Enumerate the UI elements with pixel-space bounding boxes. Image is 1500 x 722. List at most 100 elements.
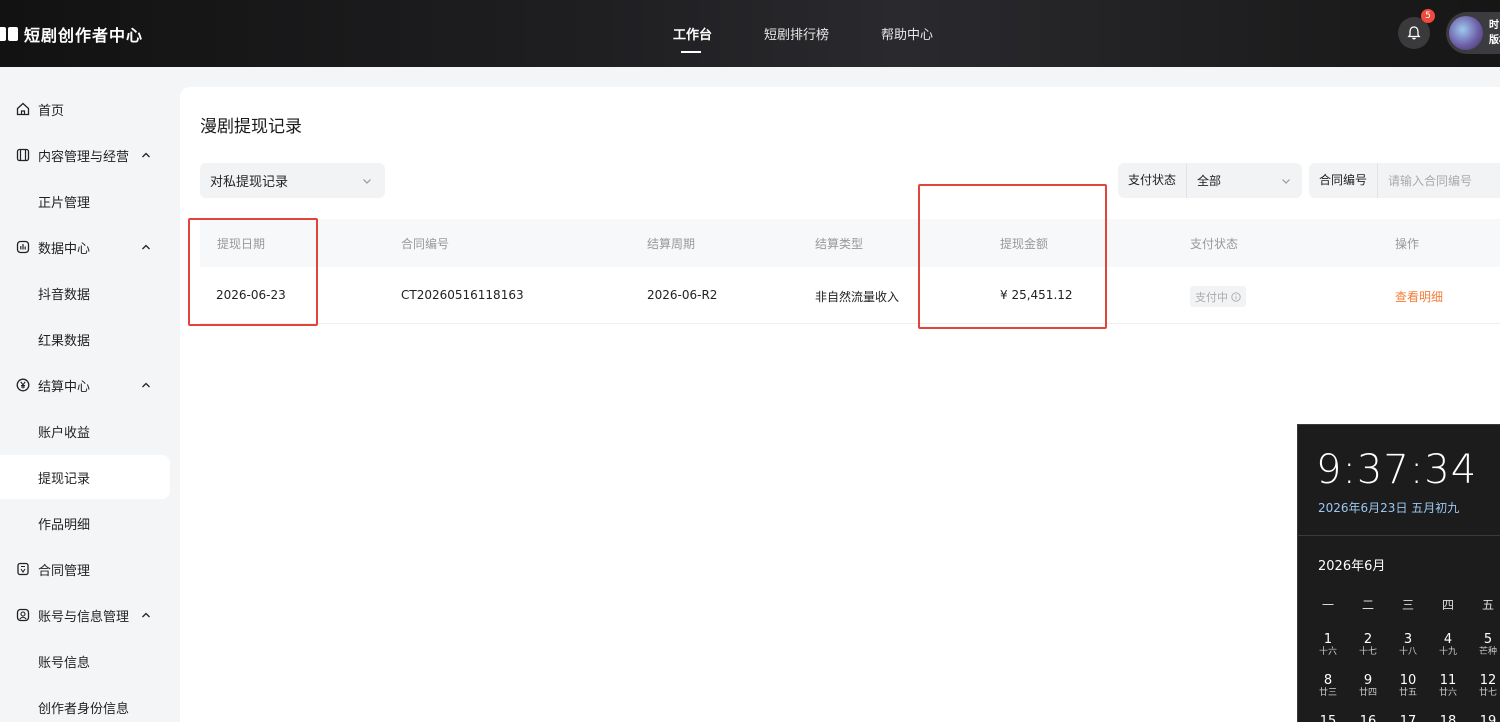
sidebar-item-hongguo-data[interactable]: 红果数据: [0, 317, 170, 361]
clock-date[interactable]: 2026年6月23日 五月初九: [1318, 499, 1459, 516]
calendar-day[interactable]: 5 芒种: [1468, 632, 1500, 673]
column-header-period: 结算周期: [647, 237, 696, 251]
calendar-day[interactable]: 2 十七: [1348, 632, 1388, 673]
sidebar-item-work-details[interactable]: 作品明细: [0, 501, 170, 545]
sidebar-item-label: 首页: [38, 103, 65, 119]
clock-time: 9:37:34: [1316, 447, 1478, 493]
calendar-month[interactable]: 2026年6月: [1318, 555, 1385, 574]
user-menu[interactable]: 时尚 版权: [1446, 12, 1500, 54]
day-number: 15: [1319, 714, 1337, 722]
main-nav: 工作台 短剧排行榜 帮助中心: [673, 24, 933, 53]
lunar-date: 十六: [1318, 647, 1337, 657]
calendar-day[interactable]: 15: [1308, 714, 1348, 722]
app-logo[interactable]: 短剧创作者中心: [0, 22, 143, 46]
calendar-week-row: 1 十六 2 十七 3 十八 4 十九 5 芒种: [1308, 632, 1500, 673]
sidebar-item-label: 创作者身份信息: [38, 701, 130, 717]
lunar-date: 十九: [1438, 647, 1457, 657]
record-type-select[interactable]: 对私提现记录: [200, 163, 385, 198]
chevron-up-icon: [142, 612, 150, 618]
sidebar-item-label: 结算中心: [38, 379, 91, 395]
sidebar-item-account-info-management[interactable]: 账号与信息管理: [0, 593, 170, 637]
sidebar-item-account-earnings[interactable]: 账户收益: [0, 409, 170, 453]
chevron-up-icon: [142, 382, 150, 388]
calendar-day[interactable]: 19: [1468, 714, 1500, 722]
lunar-date: 廿四: [1358, 688, 1377, 698]
user-role: 版权: [1489, 35, 1500, 46]
view-details-link[interactable]: 查看明细: [1395, 288, 1443, 305]
column-header-type: 结算类型: [815, 237, 864, 251]
chevron-up-icon: [142, 244, 150, 250]
chevron-down-icon: [363, 179, 371, 184]
info-icon[interactable]: [1231, 291, 1241, 302]
sidebar-item-content-management[interactable]: 内容管理与经营: [0, 133, 170, 177]
film-icon: [16, 148, 30, 162]
sidebar-item-label: 数据中心: [38, 241, 91, 257]
day-number: 3: [1403, 632, 1413, 647]
contract-number-input[interactable]: [1378, 173, 1499, 188]
payment-status-filter[interactable]: 支付状态 全部: [1118, 163, 1302, 198]
weekday-label: 四: [1441, 598, 1454, 612]
bell-icon: [1407, 26, 1421, 40]
column-header-contract: 合同编号: [401, 237, 450, 251]
day-number: 5: [1483, 632, 1493, 647]
nav-ranking[interactable]: 短剧排行榜: [764, 24, 829, 43]
user-icon: [16, 608, 30, 622]
lunar-date: 芒种: [1478, 647, 1497, 657]
day-number: 8: [1323, 673, 1333, 688]
sidebar-item-withdrawal-records[interactable]: 提现记录: [0, 455, 170, 499]
cell-contract: CT20260516118163: [401, 288, 524, 302]
table-row: 2026-06-23 CT20260516118163 2026-06-R2 非…: [200, 267, 1500, 324]
calendar-day[interactable]: 17: [1388, 714, 1428, 722]
sidebar-item-label: 合同管理: [38, 563, 91, 579]
status-badge-text: 支付中: [1195, 290, 1228, 304]
home-icon: [16, 102, 30, 116]
weekday-label: 三: [1401, 598, 1414, 612]
payment-status-label: 支付状态: [1118, 163, 1188, 198]
sidebar-item-account-info[interactable]: 账号信息: [0, 639, 170, 683]
contract-number-filter: 合同编号: [1309, 163, 1500, 198]
calendar-day[interactable]: 18: [1428, 714, 1468, 722]
day-number: 4: [1443, 632, 1453, 647]
calendar-day[interactable]: 11 廿六: [1428, 673, 1468, 714]
calendar-day[interactable]: 10 廿五: [1388, 673, 1428, 714]
sidebar-item-home[interactable]: 首页: [0, 87, 170, 131]
sidebar-item-settlement-center[interactable]: 结算中心: [0, 363, 170, 407]
nav-help-center[interactable]: 帮助中心: [881, 24, 933, 43]
day-number: 1: [1323, 632, 1333, 647]
chevron-up-icon: [142, 152, 150, 158]
notification-badge: 5: [1421, 9, 1435, 23]
column-header-status: 支付状态: [1190, 237, 1239, 251]
day-number: 17: [1399, 714, 1417, 722]
contract-number-label: 合同编号: [1309, 163, 1379, 198]
day-number: 2: [1363, 632, 1373, 647]
sidebar: 首页 内容管理与经营 正片管理 数据中心 抖音数据 红果数据 结算中心 账户收益…: [0, 67, 180, 722]
status-badge: 支付中: [1190, 286, 1246, 307]
calendar-day[interactable]: 16: [1348, 714, 1388, 722]
calendar-day[interactable]: 3 十八: [1388, 632, 1428, 673]
sidebar-item-label: 作品明细: [38, 517, 91, 533]
sidebar-item-label: 内容管理与经营: [38, 149, 130, 165]
page-title: 漫剧提现记录: [200, 117, 302, 137]
sidebar-item-label: 抖音数据: [38, 287, 91, 303]
nav-workbench[interactable]: 工作台: [673, 24, 712, 53]
sidebar-item-label: 账户收益: [38, 425, 91, 441]
calendar-day[interactable]: 12 廿七: [1468, 673, 1500, 714]
sidebar-item-label: 提现记录: [38, 471, 91, 487]
calendar-weekday-row: 一 二 三 四 五: [1308, 591, 1500, 632]
sidebar-item-creator-identity[interactable]: 创作者身份信息: [0, 685, 170, 722]
calendar-day[interactable]: 9 廿四: [1348, 673, 1388, 714]
calendar-day[interactable]: 8 廿三: [1308, 673, 1348, 714]
day-number: 16: [1359, 714, 1377, 722]
sidebar-item-contract-management[interactable]: 合同管理: [0, 547, 170, 591]
highlight-box-amount: [918, 184, 1107, 329]
calendar-day[interactable]: 4 十九: [1428, 632, 1468, 673]
user-name: 时尚: [1489, 20, 1500, 31]
sidebar-item-douyin-data[interactable]: 抖音数据: [0, 271, 170, 315]
weekday-label: 二: [1361, 598, 1374, 612]
calendar-day[interactable]: 1 十六: [1308, 632, 1348, 673]
sidebar-item-data-center[interactable]: 数据中心: [0, 225, 170, 269]
day-number: 19: [1479, 714, 1497, 722]
yen-icon: [16, 378, 30, 392]
avatar: [1449, 16, 1483, 50]
sidebar-item-main-episodes[interactable]: 正片管理: [0, 179, 170, 223]
